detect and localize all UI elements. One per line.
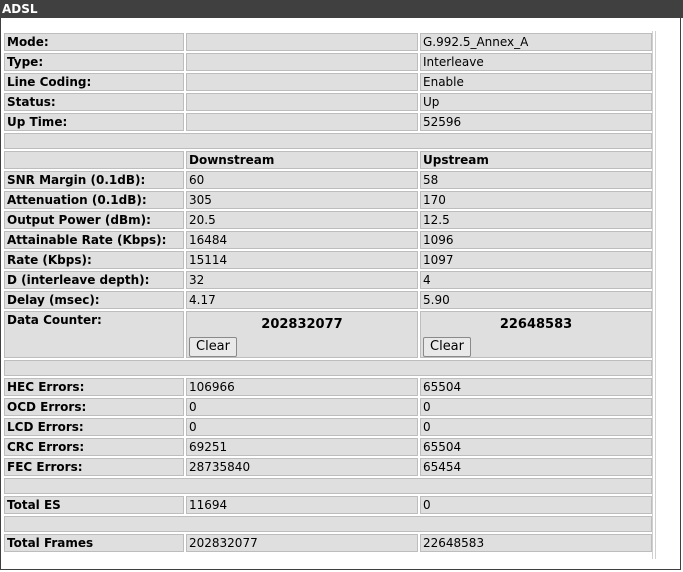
upstream-value: 170: [420, 191, 652, 209]
section-header: ADSL: [0, 0, 683, 18]
row-label: OCD Errors:: [4, 398, 184, 416]
clear-upstream-button[interactable]: Clear: [423, 337, 471, 357]
downstream-counter-value: 202832077: [261, 317, 343, 332]
downstream-value: 60: [186, 171, 418, 189]
downstream-value: 32: [186, 271, 418, 289]
downstream-value: 202832077: [186, 534, 418, 552]
table-row: Output Power (dBm): 20.5 12.5: [4, 211, 652, 229]
column-header-row: Downstream Upstream: [4, 151, 652, 169]
header-blank: [4, 151, 184, 169]
table-row: Total ES 11694 0: [4, 496, 652, 514]
spacer-cell: [4, 360, 652, 376]
table-row: D (interleave depth): 32 4: [4, 271, 652, 289]
upstream-counter-value: 22648583: [499, 317, 573, 332]
clear-downstream-button[interactable]: Clear: [189, 337, 237, 357]
row-label: Total ES: [4, 496, 184, 514]
spacer-row: [4, 133, 652, 149]
row-label: Delay (msec):: [4, 291, 184, 309]
row-value: 52596: [420, 113, 652, 131]
downstream-value: 15114: [186, 251, 418, 269]
data-counter-row: Data Counter: 202832077 Clear 22648583 C…: [4, 311, 652, 358]
adsl-status-page: ADSL Mode: G.992.5_Annex_A Type: Interle…: [0, 0, 683, 572]
row-label: Attenuation (0.1dB):: [4, 191, 184, 209]
row-value: Enable: [420, 73, 652, 91]
downstream-value: 106966: [186, 378, 418, 396]
upstream-value: 58: [420, 171, 652, 189]
table-row: SNR Margin (0.1dB): 60 58: [4, 171, 652, 189]
downstream-value: 4.17: [186, 291, 418, 309]
upstream-value: 65454: [420, 458, 652, 476]
row-label: D (interleave depth):: [4, 271, 184, 289]
table-row: LCD Errors: 0 0: [4, 418, 652, 436]
table-row: Total Frames 202832077 22648583: [4, 534, 652, 552]
row-label: Total Frames: [4, 534, 184, 552]
column-header-upstream: Upstream: [420, 151, 652, 169]
spacer-row: [4, 478, 652, 494]
table-row: Status: Up: [4, 93, 652, 111]
row-label: Type:: [4, 53, 184, 71]
downstream-value: 11694: [186, 496, 418, 514]
table-row: OCD Errors: 0 0: [4, 398, 652, 416]
table-row: Attainable Rate (Kbps): 16484 1096: [4, 231, 652, 249]
table-row: FEC Errors: 28735840 65454: [4, 458, 652, 476]
table-row: CRC Errors: 69251 65504: [4, 438, 652, 456]
row-label: Up Time:: [4, 113, 184, 131]
row-label: FEC Errors:: [4, 458, 184, 476]
table-row: HEC Errors: 106966 65504: [4, 378, 652, 396]
spacer-cell: [4, 516, 652, 532]
upstream-value: 22648583: [420, 534, 652, 552]
row-label: Line Coding:: [4, 73, 184, 91]
row-label: Output Power (dBm):: [4, 211, 184, 229]
spacer-cell: [186, 73, 418, 91]
upstream-value: 0: [420, 398, 652, 416]
upstream-value: 12.5: [420, 211, 652, 229]
table-row: Mode: G.992.5_Annex_A: [4, 33, 652, 51]
table-row: Line Coding: Enable: [4, 73, 652, 91]
upstream-value: 1096: [420, 231, 652, 249]
row-value: G.992.5_Annex_A: [420, 33, 652, 51]
upstream-value: 65504: [420, 438, 652, 456]
table-row: Type: Interleave: [4, 53, 652, 71]
upstream-value: 65504: [420, 378, 652, 396]
row-label: Attainable Rate (Kbps):: [4, 231, 184, 249]
downstream-counter-cell: 202832077 Clear: [186, 311, 418, 358]
downstream-value: 16484: [186, 231, 418, 249]
row-value: Interleave: [420, 53, 652, 71]
row-label: HEC Errors:: [4, 378, 184, 396]
downstream-value: 28735840: [186, 458, 418, 476]
row-label: SNR Margin (0.1dB):: [4, 171, 184, 189]
spacer-row: [4, 516, 652, 532]
downstream-value: 305: [186, 191, 418, 209]
spacer-cell: [186, 113, 418, 131]
upstream-value: 0: [420, 418, 652, 436]
spacer-cell: [186, 53, 418, 71]
downstream-value: 20.5: [186, 211, 418, 229]
row-label: Rate (Kbps):: [4, 251, 184, 269]
downstream-value: 0: [186, 418, 418, 436]
spacer-cell: [186, 33, 418, 51]
column-header-downstream: Downstream: [186, 151, 418, 169]
table-row: Attenuation (0.1dB): 305 170: [4, 191, 652, 209]
row-value: Up: [420, 93, 652, 111]
downstream-value: 69251: [186, 438, 418, 456]
row-label: Data Counter:: [4, 311, 184, 358]
downstream-value: 0: [186, 398, 418, 416]
upstream-value: 0: [420, 496, 652, 514]
table-row: Delay (msec): 4.17 5.90: [4, 291, 652, 309]
spacer-row: [4, 360, 652, 376]
row-label: CRC Errors:: [4, 438, 184, 456]
table-row: Rate (Kbps): 15114 1097: [4, 251, 652, 269]
spacer-cell: [4, 478, 652, 494]
row-label: Status:: [4, 93, 184, 111]
upstream-value: 4: [420, 271, 652, 289]
upstream-value: 5.90: [420, 291, 652, 309]
spacer-cell: [4, 133, 652, 149]
row-label: LCD Errors:: [4, 418, 184, 436]
table-row: Up Time: 52596: [4, 113, 652, 131]
upstream-counter-cell: 22648583 Clear: [420, 311, 652, 358]
spacer-cell: [186, 93, 418, 111]
adsl-stats-table: Mode: G.992.5_Annex_A Type: Interleave L…: [2, 31, 654, 554]
upstream-value: 1097: [420, 251, 652, 269]
row-label: Mode:: [4, 33, 184, 51]
